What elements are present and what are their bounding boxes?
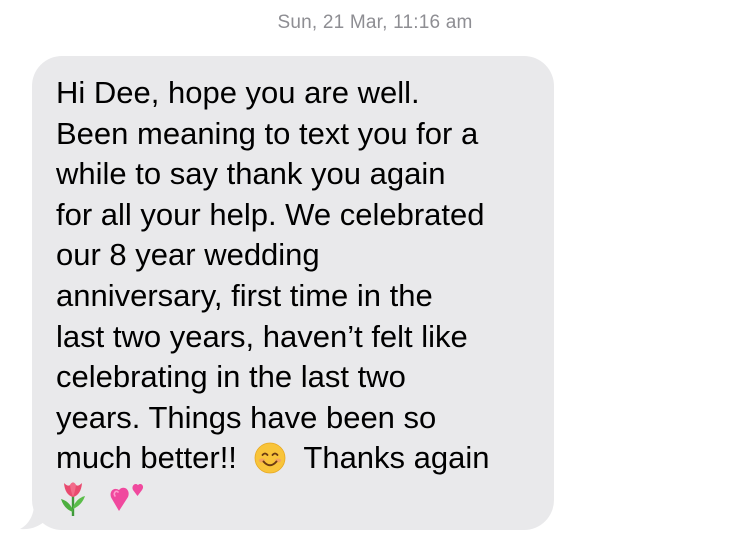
message-line: celebrating in the last two [56, 359, 406, 395]
message-emoji-line [56, 479, 536, 522]
message-line: while to say thank you again [56, 156, 446, 192]
message-line: much better!! Thanks again [56, 438, 536, 479]
two-hearts-emoji-icon [107, 481, 145, 517]
message-text-segment: Thanks again [303, 440, 490, 476]
message-line: Hi Dee, hope you are well. [56, 75, 420, 110]
message-line: Been meaning to text you for a [56, 115, 479, 151]
tulip-emoji-icon [56, 479, 90, 517]
message-bubble-container[interactable]: Hi Dee, hope you are well. Been meaning … [20, 56, 554, 530]
message-line: last two years, haven’t felt like [56, 318, 468, 354]
message-line: our 8 year wedding [56, 237, 320, 273]
message-line: for all your help. We celebrated [56, 196, 485, 232]
message-line: years. Things have been so [56, 399, 437, 435]
incoming-message-bubble[interactable]: Hi Dee, hope you are well. Been meaning … [32, 56, 554, 530]
message-line: anniversary, first time in the [56, 277, 433, 313]
smiling-face-emoji-icon [254, 442, 286, 474]
message-timestamp: Sun, 21 Mar, 11:16 am [277, 12, 473, 33]
message-text-segment: much better!! [56, 440, 237, 476]
